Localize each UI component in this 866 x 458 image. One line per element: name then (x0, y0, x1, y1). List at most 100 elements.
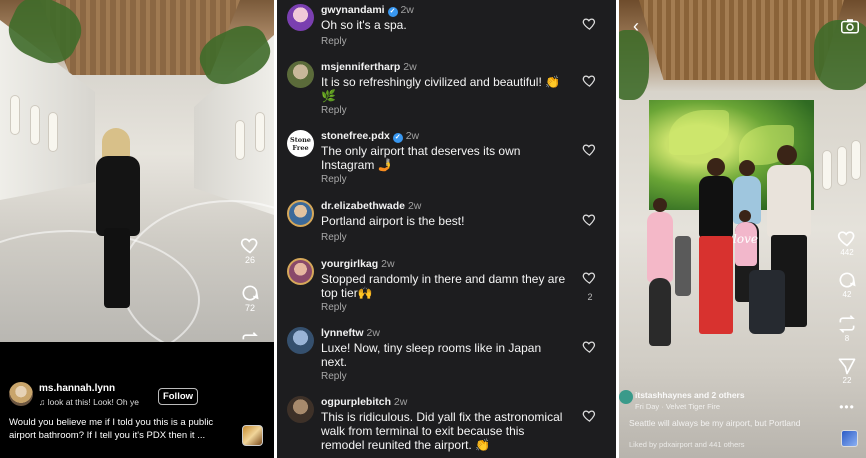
mirror (822, 150, 832, 190)
mirror (48, 112, 58, 152)
comment-username-line[interactable]: gwynandami ✓ 2w (321, 4, 414, 17)
comment-text: Oh so it's a spa. (321, 18, 407, 32)
back-button[interactable]: ‹ (633, 16, 639, 36)
reply-button[interactable]: Reply (321, 36, 347, 47)
reel-username[interactable]: ms.hannah.lynn (39, 383, 115, 394)
more-options-button[interactable]: ••• (834, 400, 860, 414)
comment-button[interactable]: 42 (834, 270, 860, 299)
repost-button[interactable]: 8 (834, 314, 860, 343)
comment-like-button[interactable] (582, 408, 598, 424)
suitcase (675, 236, 691, 296)
repost-count: 8 (844, 334, 850, 343)
verified-badge-icon: ✓ (392, 133, 403, 143)
comment-username-line[interactable]: stonefree.pdx ✓ 2w (321, 130, 419, 143)
comment-username-line[interactable]: ogpurplebitch 2w (321, 396, 407, 408)
mirror (851, 140, 861, 180)
comments-panel: gwynandami ✓ 2w Oh so it's a spa. Reply msj… (277, 0, 616, 458)
comment-like-count: 2 (587, 292, 593, 302)
comment-timestamp: 2w (403, 61, 417, 73)
like-count: 442 (840, 248, 854, 257)
child-legs (649, 278, 671, 346)
comment-username-line[interactable]: yourgirlkag 2w (321, 258, 395, 270)
comment-username[interactable]: gwynandami (321, 4, 385, 16)
send-icon (838, 358, 856, 375)
comment-username[interactable]: ogpurplebitch (321, 396, 391, 408)
comment-username[interactable]: lynneftw (321, 327, 364, 339)
audio-thumbnail[interactable] (242, 425, 263, 446)
restroom-photo (0, 0, 274, 370)
comment-username[interactable]: msjennifertharp (321, 61, 400, 73)
comment-username-line[interactable]: msjennifertharp 2w (321, 61, 417, 73)
heart-icon (582, 272, 596, 284)
suitcase (749, 270, 785, 334)
chevron-left-icon: ‹ (633, 16, 639, 36)
reply-button[interactable]: Reply (321, 105, 347, 116)
adult-pants (699, 236, 733, 334)
avatar[interactable] (9, 382, 33, 406)
comment-like-button[interactable] (582, 339, 598, 355)
comment-like-button[interactable] (582, 142, 598, 158)
comment-like-button[interactable] (582, 16, 598, 32)
comment-username-line[interactable]: lynneftw 2w (321, 327, 380, 339)
comment-text: Portland airport is the best! (321, 214, 465, 228)
avatar[interactable] (619, 390, 633, 404)
avatar[interactable] (287, 396, 314, 423)
comment-text: It is so refreshingly civilized and beau… (321, 75, 561, 103)
left-reel-panel: 26 72 3 ••• ms.hannah.lynn ♫ look at thi… (0, 0, 274, 458)
avatar[interactable] (287, 200, 314, 227)
comment-like-button[interactable] (582, 270, 598, 286)
share-count: 22 (842, 376, 852, 385)
verified-badge-icon: ✓ (387, 7, 398, 17)
heart-icon (582, 341, 596, 353)
person-head (653, 198, 667, 212)
wood-ceiling (639, 0, 844, 80)
comment-timestamp: 2w (407, 200, 422, 212)
comment-username[interactable]: yourgirlkag (321, 258, 378, 270)
comment-username[interactable]: stonefree.pdx (321, 130, 390, 142)
comment-timestamp: 2w (393, 396, 408, 408)
comment-username-line[interactable]: dr.elizabethwade 2w (321, 200, 421, 212)
avatar[interactable] (287, 258, 314, 285)
avatar[interactable] (287, 327, 314, 354)
person-head (739, 160, 755, 176)
camera-button[interactable] (841, 18, 859, 39)
music-note-icon: ♫ (39, 397, 48, 407)
right-reel-panel: love ‹ 442 42 8 22 ••• itstashhaynes and… (619, 0, 866, 458)
comment-timestamp: 2w (381, 258, 395, 270)
audio-track[interactable]: ♫ look at this! Look! Oh ye (39, 397, 151, 407)
comment-username[interactable]: dr.elizabethwade (321, 200, 405, 212)
like-button[interactable]: 442 (834, 228, 860, 257)
avatar[interactable]: Stone Free (287, 130, 314, 157)
reply-button[interactable]: Reply (321, 371, 347, 382)
reel-caption[interactable]: Seattle will always be my airport, but P… (629, 418, 801, 428)
avatar[interactable] (287, 61, 314, 88)
reel-caption[interactable]: Would you believe me if I told you this … (9, 416, 237, 442)
comment-text: The only airport that deserves its own I… (321, 144, 521, 172)
heart-icon (582, 75, 596, 87)
reply-button[interactable]: Reply (321, 302, 347, 313)
comment-text: Stopped randomly in there and damn they … (321, 272, 566, 300)
heart-icon (837, 231, 855, 247)
audio-track[interactable]: Fri Day · Velvet Tiger Fire (635, 402, 720, 411)
audio-thumbnail[interactable] (841, 430, 858, 447)
liked-by[interactable]: Liked by pdxairport and 441 others (629, 440, 745, 449)
avatar-logo-text: Stone Free (290, 136, 311, 152)
comment-like-button[interactable] (582, 73, 598, 89)
share-button[interactable]: 22 (834, 356, 860, 385)
comment-like-button[interactable] (582, 212, 598, 228)
adult-figure (699, 176, 733, 238)
child-figure (647, 212, 673, 282)
reel-username[interactable]: itstashhaynes and 2 others (635, 390, 745, 400)
comment-text: This is ridiculous. Did yall fix the ast… (321, 410, 563, 452)
heart-icon (582, 410, 596, 422)
follow-button[interactable]: Follow (158, 388, 198, 405)
repost-icon (839, 315, 855, 333)
reply-button[interactable]: Reply (321, 232, 347, 243)
reply-button[interactable]: Reply (321, 174, 347, 185)
like-button[interactable]: 26 (236, 235, 264, 265)
heart-icon (582, 144, 596, 156)
overlay-text: love (733, 232, 758, 246)
camera-icon (841, 19, 859, 34)
comment-button[interactable]: 72 (236, 283, 264, 313)
avatar[interactable] (287, 4, 314, 31)
